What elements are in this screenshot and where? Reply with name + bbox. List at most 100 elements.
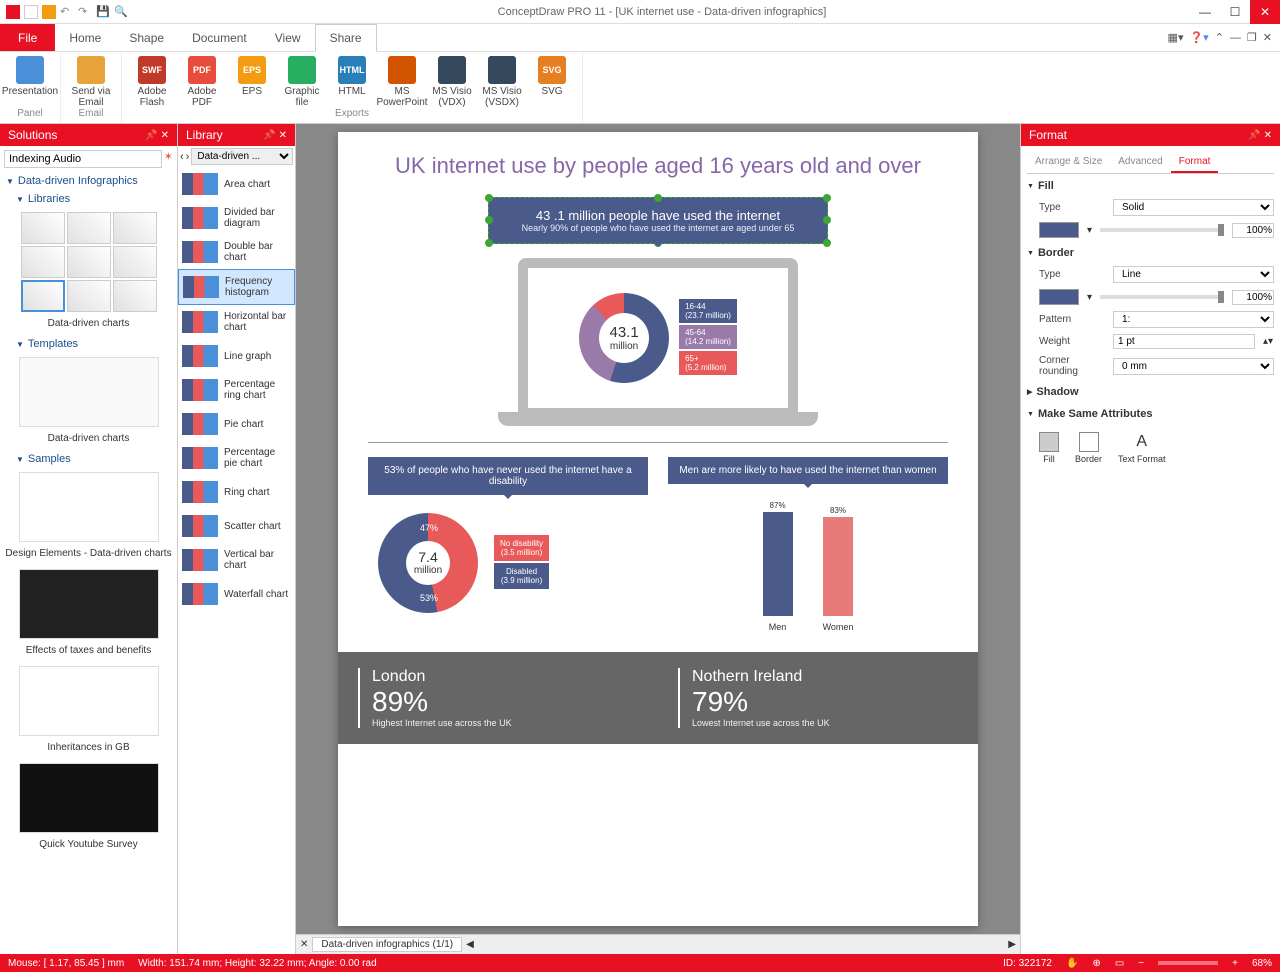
border-type[interactable]: Line <box>1113 266 1274 283</box>
ribbon-export[interactable]: Graphic file <box>280 54 324 108</box>
ribbon-export[interactable]: MS Visio (VSDX) <box>480 54 524 108</box>
ribbon-export[interactable]: MS Visio (VDX) <box>430 54 474 108</box>
sample-thumb[interactable] <box>19 569 159 639</box>
thumb[interactable] <box>113 246 157 278</box>
menu-document[interactable]: Document <box>178 24 261 51</box>
solutions-search[interactable] <box>4 150 162 168</box>
sample-thumb[interactable] <box>19 763 159 833</box>
shield-icon[interactable] <box>42 5 56 19</box>
canvas-scroll[interactable]: UK internet use by people aged 16 years … <box>296 124 1020 934</box>
tab-scroll-right[interactable]: ▶ <box>1008 939 1016 950</box>
stepper-icon[interactable]: ▴▾ <box>1263 336 1273 347</box>
tree-samples[interactable]: Samples <box>4 450 173 468</box>
thumb[interactable] <box>67 280 111 312</box>
ribbon-export[interactable]: EPSEPS <box>230 54 274 108</box>
tab-scroll-left[interactable]: ◀ <box>466 939 474 950</box>
close-button[interactable]: ✕ <box>1250 0 1280 24</box>
thumb[interactable] <box>113 212 157 244</box>
library-item[interactable]: Percentage pie chart <box>178 441 295 475</box>
library-item[interactable]: Waterfall chart <box>178 577 295 611</box>
corner-rounding[interactable]: 0 mm <box>1113 358 1274 375</box>
lib-next-icon[interactable]: › <box>186 151 190 163</box>
tab-arrange[interactable]: Arrange & Size <box>1027 152 1110 173</box>
border-weight[interactable] <box>1113 334 1255 349</box>
target-icon[interactable]: ⊕ <box>1092 958 1100 969</box>
pin-icon[interactable]: 📌 ✕ <box>1248 130 1272 141</box>
library-item[interactable]: Line graph <box>178 339 295 373</box>
doc-tab[interactable]: Data-driven infographics (1/1) <box>312 937 462 952</box>
template-thumb[interactable] <box>19 357 159 427</box>
library-item[interactable]: Percentage ring chart <box>178 373 295 407</box>
search-go-icon[interactable]: ✶ <box>164 150 173 172</box>
ribbon-export[interactable]: SWFAdobe Flash <box>130 54 174 108</box>
zoom-in-icon[interactable]: + <box>1232 958 1238 969</box>
ribbon-export[interactable]: SVGSVG <box>530 54 574 108</box>
sample-thumb[interactable] <box>19 472 159 542</box>
menu-shape[interactable]: Shape <box>115 24 178 51</box>
section-border[interactable]: Border <box>1027 241 1274 263</box>
menu-share[interactable]: Share <box>315 24 377 52</box>
pin-icon[interactable]: 📌 ✕ <box>263 130 287 141</box>
lib-prev-icon[interactable]: ‹ <box>180 151 184 163</box>
thumb[interactable] <box>67 246 111 278</box>
thumb[interactable] <box>21 246 65 278</box>
grid-icon[interactable]: ▦▾ <box>1168 31 1184 44</box>
save-icon[interactable]: 💾 <box>96 5 110 19</box>
section-shadow[interactable]: Shadow <box>1027 380 1274 402</box>
maximize-button[interactable]: ☐ <box>1220 0 1250 24</box>
up-icon[interactable]: ⌃ <box>1215 31 1224 44</box>
ribbon-send-email[interactable]: Send via Email <box>69 54 113 108</box>
selected-shape[interactable]: 43 .1 million people have used the inter… <box>488 197 828 244</box>
doc-restore-icon[interactable]: ❐ <box>1247 31 1257 44</box>
same-text[interactable]: AText Format <box>1118 432 1166 464</box>
redo-icon[interactable]: ↷ <box>78 5 92 19</box>
tree-templates[interactable]: Templates <box>4 335 173 353</box>
library-dropdown[interactable]: Data-driven ... <box>191 148 293 165</box>
tree-root[interactable]: Data-driven Infographics <box>4 172 173 190</box>
menu-view[interactable]: View <box>261 24 315 51</box>
tab-format[interactable]: Format <box>1171 152 1219 173</box>
fill-opacity-slider[interactable] <box>1100 228 1224 232</box>
thumb[interactable] <box>67 212 111 244</box>
thumb-selected[interactable] <box>21 280 65 312</box>
thumb[interactable] <box>21 212 65 244</box>
minimize-button[interactable]: — <box>1190 0 1220 24</box>
same-border[interactable]: Border <box>1075 432 1102 464</box>
ribbon-presentation[interactable]: Presentation <box>8 54 52 108</box>
new-icon[interactable] <box>24 5 38 19</box>
dropdown-icon[interactable]: ▾ <box>1087 292 1092 303</box>
same-fill[interactable]: Fill <box>1039 432 1059 464</box>
dropdown-icon[interactable]: ▾ <box>1087 225 1092 236</box>
tab-advanced[interactable]: Advanced <box>1110 152 1170 173</box>
ribbon-export[interactable]: PDFAdobe PDF <box>180 54 224 108</box>
page[interactable]: UK internet use by people aged 16 years … <box>338 132 978 926</box>
fit-icon[interactable]: ▭ <box>1115 958 1124 969</box>
border-pattern[interactable]: 1: <box>1113 311 1274 328</box>
undo-icon[interactable]: ↶ <box>60 5 74 19</box>
help-icon[interactable]: ❓▾ <box>1189 31 1208 44</box>
border-opacity-slider[interactable] <box>1100 295 1224 299</box>
doc-close-icon[interactable]: ✕ <box>1263 31 1272 44</box>
library-item[interactable]: Horizontal bar chart <box>178 305 295 339</box>
section-fill[interactable]: Fill <box>1027 174 1274 196</box>
fill-color[interactable] <box>1039 222 1079 238</box>
menu-home[interactable]: Home <box>55 24 115 51</box>
menu-file[interactable]: File <box>0 24 55 51</box>
border-color[interactable] <box>1039 289 1079 305</box>
thumb[interactable] <box>113 280 157 312</box>
library-item[interactable]: Scatter chart <box>178 509 295 543</box>
library-item[interactable]: Area chart <box>178 167 295 201</box>
pin-icon[interactable]: 📌 ✕ <box>145 130 169 141</box>
library-item[interactable]: Double bar chart <box>178 235 295 269</box>
ribbon-export[interactable]: HTMLHTML <box>330 54 374 108</box>
doc-min-icon[interactable]: — <box>1230 32 1241 44</box>
border-opacity[interactable] <box>1232 290 1274 305</box>
tree-libraries[interactable]: Libraries <box>4 190 173 208</box>
sample-thumb[interactable] <box>19 666 159 736</box>
section-make-same[interactable]: Make Same Attributes <box>1027 402 1274 424</box>
library-item[interactable]: Vertical bar chart <box>178 543 295 577</box>
library-item[interactable]: Frequency histogram <box>178 269 295 305</box>
fill-type[interactable]: Solid <box>1113 199 1274 216</box>
tab-add-icon[interactable]: ✕ <box>300 939 308 950</box>
ribbon-export[interactable]: MS PowerPoint <box>380 54 424 108</box>
